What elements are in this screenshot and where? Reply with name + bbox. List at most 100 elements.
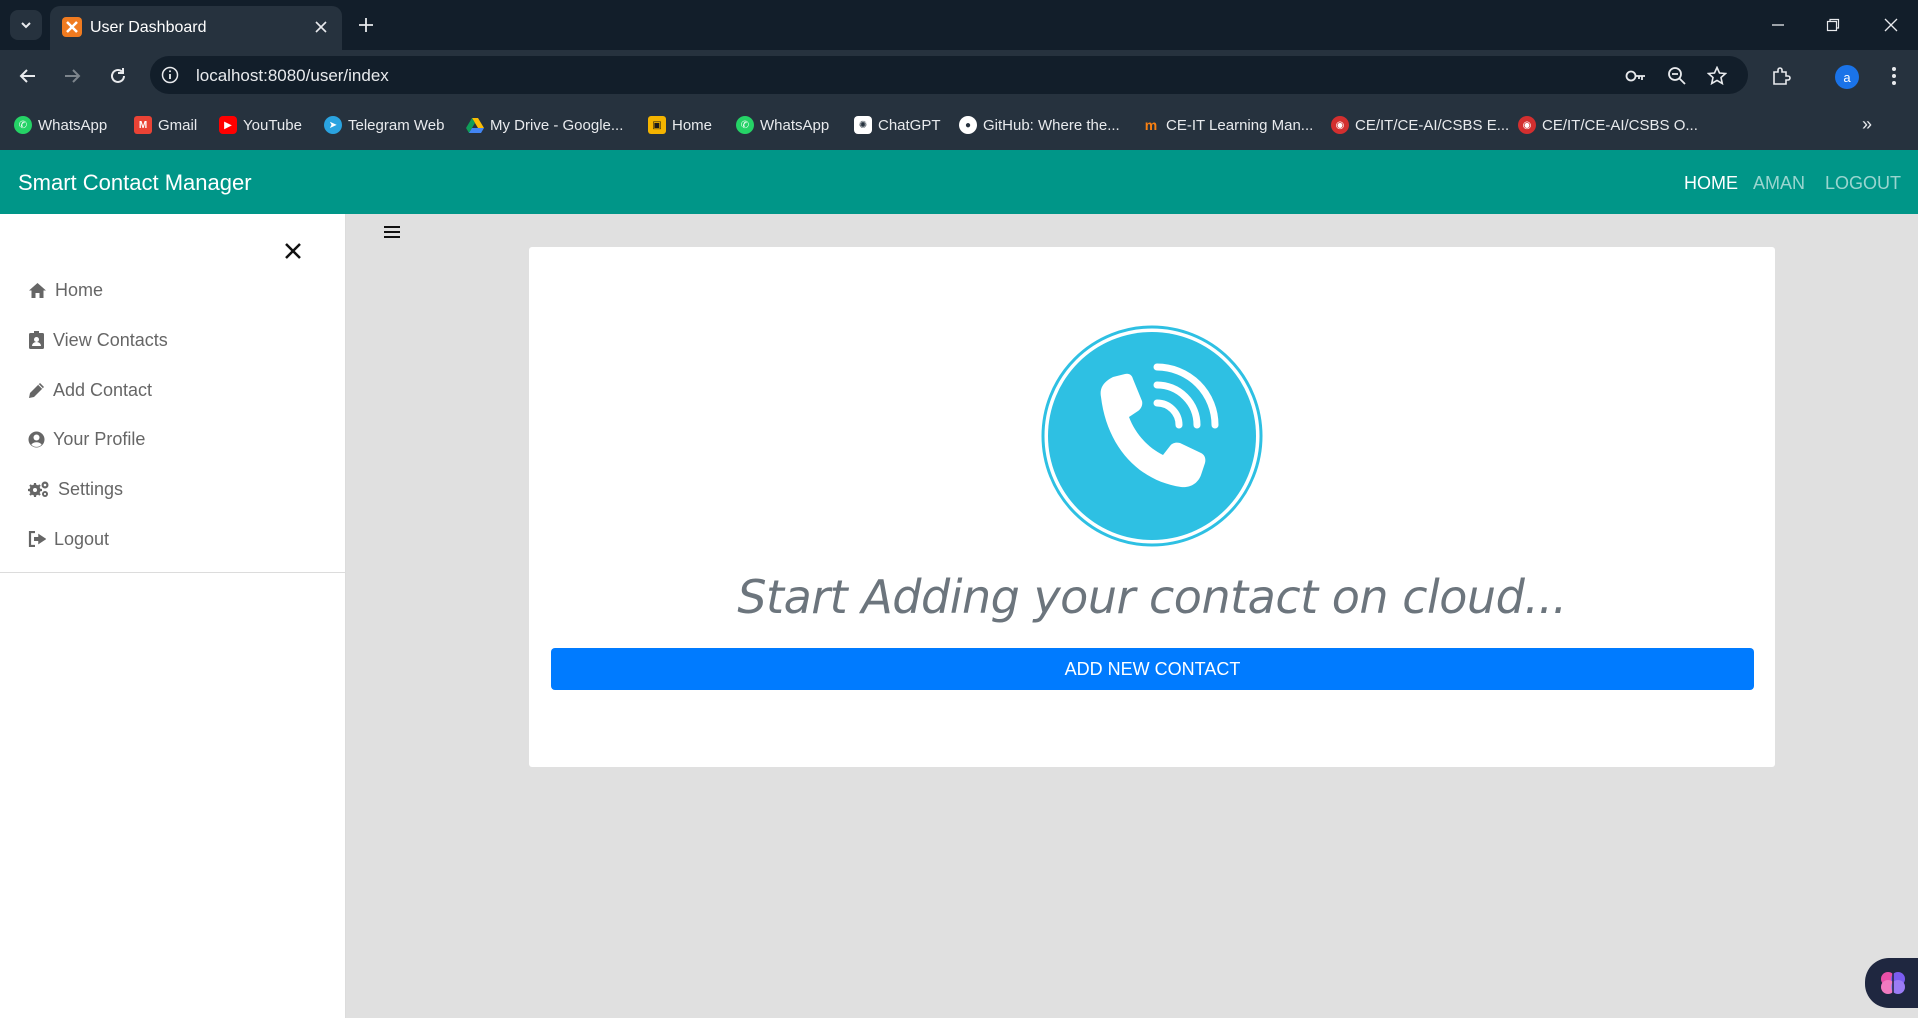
add-new-contact-button[interactable]: Add New Contact bbox=[551, 648, 1754, 690]
whatsapp-icon: ✆ bbox=[736, 116, 754, 134]
nav-user-link[interactable]: Aman bbox=[1753, 173, 1805, 194]
browser-tab[interactable]: User Dashboard bbox=[50, 6, 342, 50]
sidebar-close-button[interactable] bbox=[280, 238, 306, 264]
bookmark-home[interactable]: ▣ Home bbox=[648, 114, 712, 136]
gmail-icon: M bbox=[134, 116, 152, 134]
home-folder-icon: ▣ bbox=[648, 116, 666, 134]
profile-avatar[interactable]: a bbox=[1835, 65, 1859, 89]
user-circle-icon bbox=[28, 431, 45, 447]
whatsapp-icon: ✆ bbox=[14, 116, 32, 134]
bookmark-google-drive[interactable]: My Drive - Google... bbox=[466, 114, 623, 136]
restore-button[interactable] bbox=[1818, 10, 1848, 40]
welcome-card: Start Adding your contact on cloud... Ad… bbox=[529, 247, 1775, 767]
more-menu-icon[interactable] bbox=[1880, 62, 1908, 90]
address-card-icon bbox=[29, 330, 44, 349]
sign-out-icon bbox=[28, 531, 46, 547]
reload-button[interactable] bbox=[104, 62, 132, 90]
bookmark-label: Gmail bbox=[158, 116, 198, 134]
bookmark-star-icon[interactable] bbox=[1705, 64, 1729, 88]
bookmark-whatsapp[interactable]: ✆ WhatsApp bbox=[14, 114, 107, 136]
bookmark-label: CE-IT Learning Man... bbox=[1166, 116, 1314, 134]
new-tab-button[interactable] bbox=[353, 12, 379, 38]
close-icon bbox=[315, 21, 327, 33]
bookmark-gmail[interactable]: M Gmail bbox=[134, 114, 197, 136]
bookmark-telegram[interactable]: ➤ Telegram Web bbox=[324, 114, 444, 136]
close-window-button[interactable] bbox=[1876, 10, 1906, 40]
assistant-extension-button[interactable] bbox=[1865, 958, 1918, 1008]
app-navbar: Smart Contact Manager Home Aman Logout bbox=[0, 150, 1918, 214]
brain-icon bbox=[1881, 972, 1905, 994]
github-icon: ● bbox=[959, 116, 977, 134]
sidebar: Home View Contacts Add Contact Your Prof… bbox=[0, 214, 346, 1018]
bookmark-label: My Drive - Google... bbox=[490, 116, 624, 134]
bookmark-label: CE/IT/CE-AI/CSBS O... bbox=[1542, 116, 1698, 134]
nav-logout-link[interactable]: Logout bbox=[1825, 173, 1901, 194]
browser-toolbar: localhost:8080/user/index a bbox=[0, 50, 1918, 100]
sidebar-item-label: Your Profile bbox=[53, 428, 146, 449]
sidebar-item-settings[interactable]: Settings bbox=[28, 476, 123, 502]
forward-button[interactable] bbox=[58, 62, 86, 90]
bookmark-github[interactable]: ● GitHub: Where the... bbox=[959, 114, 1120, 136]
bookmarks-bar: ✆ WhatsApp M Gmail ▶ YouTube ➤ Telegram … bbox=[0, 100, 1918, 150]
back-button[interactable] bbox=[14, 62, 42, 90]
bookmark-label: YouTube bbox=[243, 116, 302, 134]
reload-icon bbox=[111, 68, 125, 83]
bookmark-label: CE/IT/CE-AI/CSBS E... bbox=[1355, 116, 1510, 134]
arrow-right-icon bbox=[65, 69, 81, 83]
tab-close-button[interactable] bbox=[310, 16, 332, 38]
bookmark-label: ChatGPT bbox=[878, 116, 941, 134]
phone-call-icon bbox=[1041, 325, 1263, 547]
site-info-icon[interactable] bbox=[160, 65, 180, 85]
sidebar-item-label: Home bbox=[55, 279, 104, 300]
nav-home-link[interactable]: Home bbox=[1684, 173, 1738, 194]
minimize-button[interactable] bbox=[1763, 10, 1793, 40]
welcome-tagline: Start Adding your contact on cloud... bbox=[737, 570, 1567, 624]
sidebar-item-add-contact[interactable]: Add Contact bbox=[28, 377, 152, 403]
restore-icon bbox=[1826, 18, 1840, 32]
moodle-icon: m bbox=[1144, 117, 1158, 133]
arrow-left-icon bbox=[19, 69, 35, 83]
brand-title[interactable]: Smart Contact Manager bbox=[18, 170, 252, 196]
password-key-icon[interactable] bbox=[1624, 64, 1648, 88]
sidebar-item-label: Logout bbox=[54, 528, 110, 549]
bookmark-label: GitHub: Where the... bbox=[983, 116, 1120, 134]
bookmark-whatsapp-2[interactable]: ✆ WhatsApp bbox=[736, 114, 829, 136]
menu-toggle-button[interactable] bbox=[382, 222, 402, 242]
zoom-icon[interactable] bbox=[1665, 64, 1689, 88]
bookmark-ce-it-other[interactable]: ◉ CE/IT/CE-AI/CSBS O... bbox=[1518, 114, 1698, 136]
browser-tab-bar: User Dashboard bbox=[0, 0, 1918, 50]
gears-icon bbox=[28, 481, 49, 497]
close-icon bbox=[1884, 18, 1898, 32]
bookmark-ce-it-learning[interactable]: m CE-IT Learning Man... bbox=[1142, 114, 1314, 136]
close-icon bbox=[285, 243, 301, 259]
bookmark-label: Telegram Web bbox=[348, 116, 445, 134]
hamburger-icon bbox=[384, 226, 400, 238]
home-icon bbox=[29, 282, 46, 298]
extensions-icon[interactable] bbox=[1767, 62, 1795, 90]
sidebar-item-view-contacts[interactable]: View Contacts bbox=[28, 327, 168, 353]
bookmark-ce-it-exam[interactable]: ◉ CE/IT/CE-AI/CSBS E... bbox=[1331, 114, 1509, 136]
tab-title: User Dashboard bbox=[90, 19, 207, 36]
youtube-icon: ▶ bbox=[219, 116, 237, 134]
chevron-down-icon bbox=[21, 22, 31, 29]
sidebar-item-home[interactable]: Home bbox=[28, 277, 103, 303]
sidebar-item-label: Settings bbox=[58, 478, 124, 499]
address-bar[interactable]: localhost:8080/user/index bbox=[150, 56, 1748, 94]
plus-icon bbox=[359, 18, 373, 32]
bookmark-label: Home bbox=[672, 116, 713, 134]
bookmarks-overflow-icon[interactable]: » bbox=[1862, 114, 1872, 135]
university-icon: ◉ bbox=[1518, 116, 1536, 134]
url-text[interactable]: localhost:8080/user/index bbox=[196, 66, 389, 86]
xampp-icon bbox=[62, 17, 82, 37]
bookmark-label: WhatsApp bbox=[38, 116, 108, 134]
bookmark-youtube[interactable]: ▶ YouTube bbox=[219, 114, 302, 136]
minimize-icon bbox=[1772, 24, 1784, 26]
sidebar-item-your-profile[interactable]: Your Profile bbox=[28, 426, 145, 452]
tab-search-button[interactable] bbox=[10, 10, 42, 40]
bookmark-chatgpt[interactable]: ✺ ChatGPT bbox=[854, 114, 941, 136]
telegram-icon: ➤ bbox=[324, 116, 342, 134]
google-drive-icon bbox=[466, 116, 484, 134]
sidebar-item-label: Add Contact bbox=[53, 379, 153, 400]
sidebar-item-logout[interactable]: Logout bbox=[28, 526, 109, 552]
pencil-icon bbox=[29, 382, 44, 398]
